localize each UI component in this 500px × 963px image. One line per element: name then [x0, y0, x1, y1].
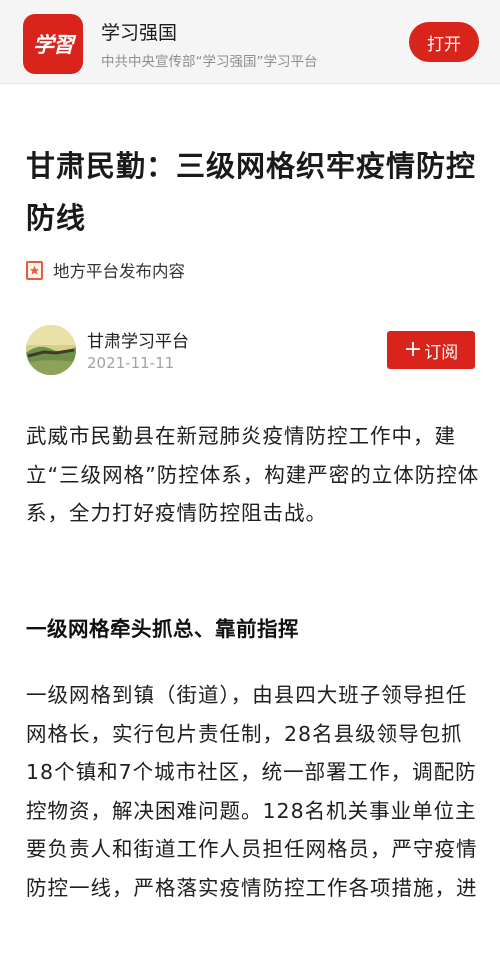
app-name: 学习强国 [101, 22, 178, 44]
app-download-banner: 学習 学习强国 中共中央宣传部“学习强国”学习平台 打开 [0, 0, 500, 84]
app-slogan: 中共中央宣传部“学习强国”学习平台 [101, 54, 318, 70]
source-tag-label: 地方平台发布内容 [53, 262, 185, 281]
subscribe-label: 订阅 [424, 342, 459, 363]
section-heading: 一级网格牵头抓总、靠前指挥 [26, 617, 299, 641]
author-name[interactable]: 甘肃学习平台 [87, 327, 189, 352]
article-intro-paragraph: 武威市民勤县在新冠肺炎疫情防控工作中，建立“三级网格”防控体系，构建严密的立体防… [26, 424, 480, 525]
publish-date: 2021-11-11 [87, 354, 175, 372]
article-title: 甘肃民勤：三级网格织牢疫情防控防线 [26, 149, 477, 235]
plus-icon: + [403, 337, 423, 362]
subscribe-button[interactable]: + 订阅 [387, 331, 475, 369]
article-body-paragraph: 一级网格到镇（街道），由县四大班子领导担任网格长，实行包片责任制，28名县级领导… [26, 683, 478, 900]
source-tag: 地方平台发布内容 [26, 258, 185, 282]
open-app-button[interactable]: 打开 [409, 22, 479, 62]
star-badge-icon [26, 260, 43, 280]
author-avatar[interactable] [26, 325, 76, 375]
app-logo[interactable]: 学習 [23, 14, 83, 74]
